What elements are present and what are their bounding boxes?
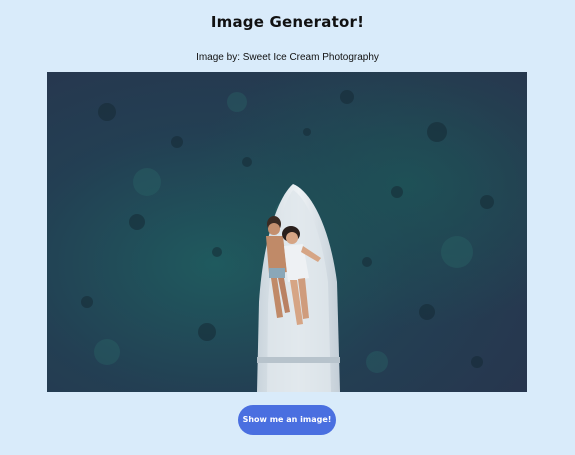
show-image-button[interactable]: Show me an image! bbox=[238, 405, 336, 435]
image-credit: Image by: Sweet Ice Cream Photography bbox=[196, 52, 379, 63]
page-title: Image Generator! bbox=[210, 13, 365, 31]
generated-image bbox=[47, 72, 527, 392]
generated-image-illustration bbox=[47, 72, 527, 392]
